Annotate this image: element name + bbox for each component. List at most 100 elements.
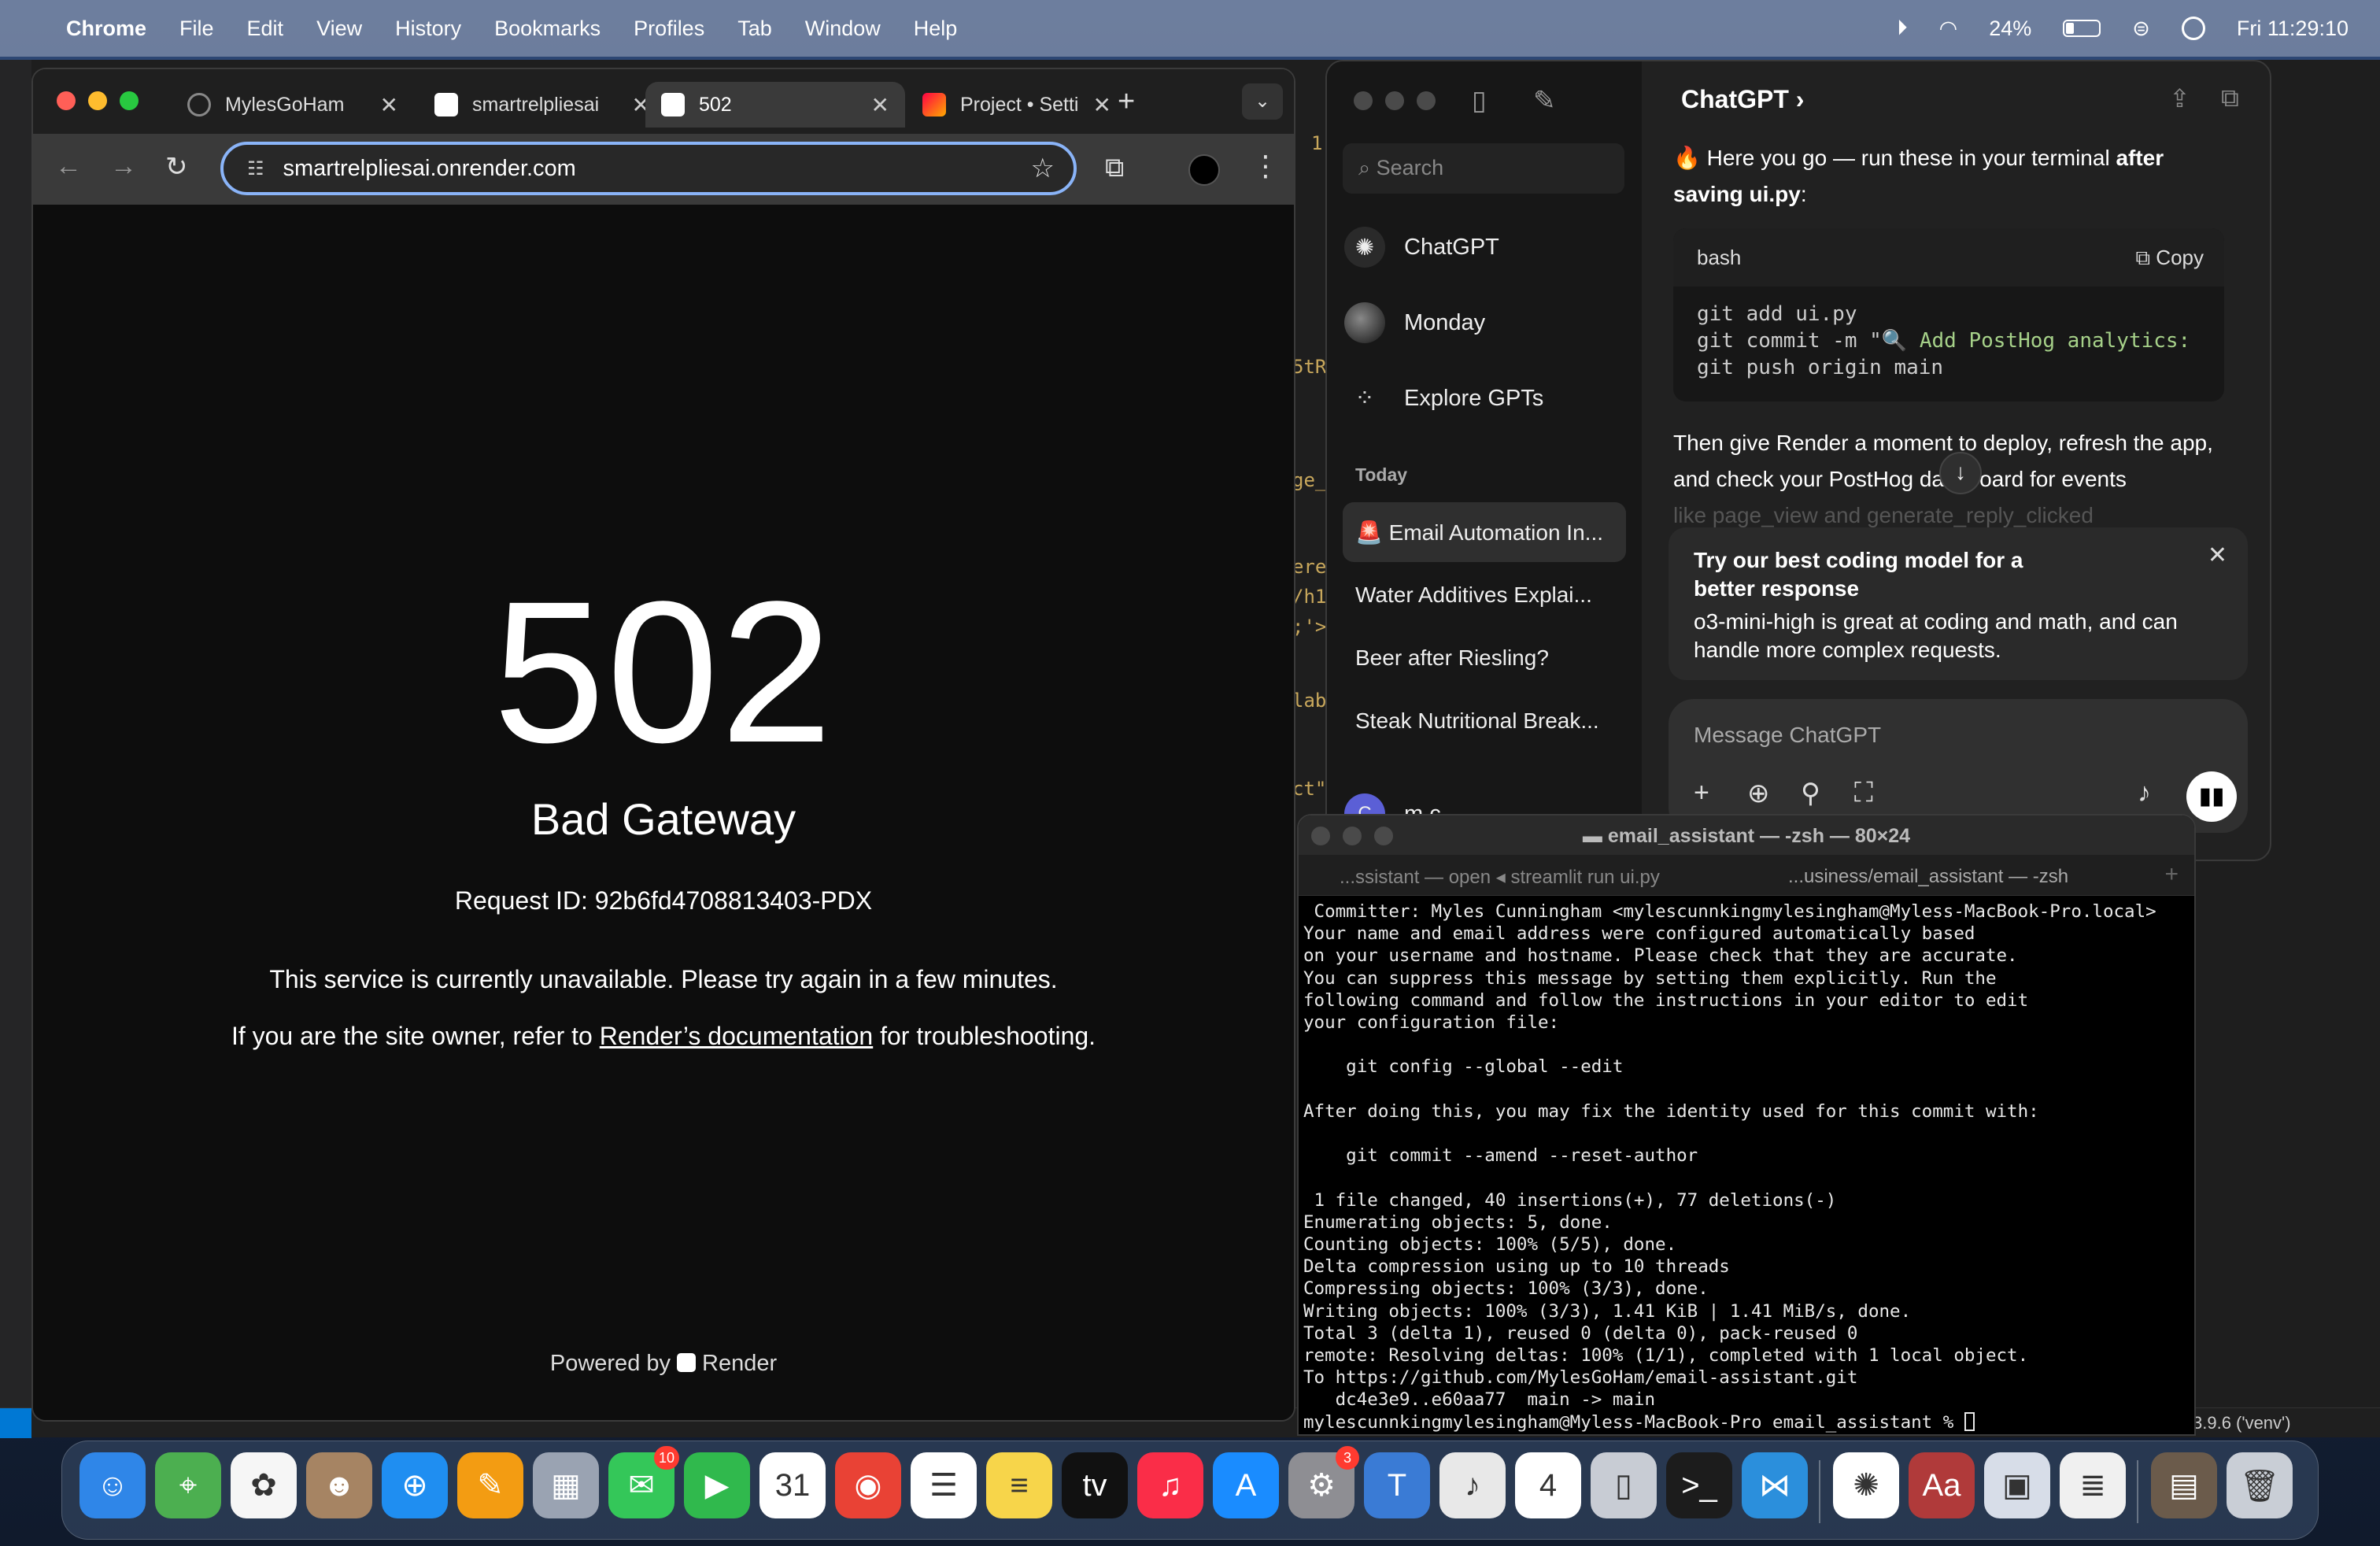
menubar-clock[interactable]: Fri 11:29:10 — [2237, 17, 2349, 41]
terminal-output[interactable]: Committer: Myles Cunningham <mylescunnki… — [1303, 901, 2193, 1433]
control-center-icon[interactable]: ⊜ — [2132, 17, 2150, 41]
new-tab-icon[interactable]: + — [1118, 85, 1135, 119]
url-text[interactable]: smartrelpliesai.onrender.com — [283, 156, 576, 182]
preview-icon[interactable]: ▣ — [1984, 1452, 2050, 1518]
battery-percent[interactable]: 24% — [1989, 17, 2031, 41]
vscode-icon[interactable]: ⋈ — [1742, 1452, 1808, 1518]
system-settings-icon[interactable]: ⚙ 3 — [1288, 1446, 1359, 1518]
minimize-window-button[interactable] — [1385, 91, 1404, 110]
sidebar-item-chatgpt[interactable]: ✺ ChatGPT — [1344, 219, 1624, 276]
tab-mylesgoham[interactable]: MylesGoHam ✕ — [172, 82, 414, 128]
menu-edit[interactable]: Edit — [247, 17, 284, 41]
address-bar[interactable]: ☷ smartrelpliesai.onrender.com ☆ — [220, 142, 1077, 195]
profile-avatar[interactable] — [1188, 154, 1220, 186]
dictionary-icon[interactable]: Aa — [1909, 1452, 1975, 1518]
app-store-icon[interactable]: A — [1213, 1452, 1279, 1518]
back-arrow-icon[interactable]: ← — [55, 151, 82, 182]
iphone-mirroring-icon[interactable]: ▯ — [1591, 1452, 1657, 1518]
pages-icon[interactable]: ✎ — [457, 1452, 523, 1518]
tv-icon[interactable]: tv — [1062, 1452, 1128, 1518]
new-chat-icon[interactable]: ✎ — [1533, 85, 1556, 117]
sidebar-item-monday[interactable]: Monday — [1344, 294, 1624, 351]
site-info-icon[interactable]: ☷ — [247, 157, 264, 180]
finder-icon[interactable]: ☺ — [79, 1452, 146, 1518]
text-file-icon[interactable]: ≣ — [2060, 1452, 2126, 1518]
contacts-icon[interactable]: ☻ — [306, 1452, 372, 1518]
menu-history[interactable]: History — [395, 17, 461, 41]
notes-icon[interactable]: ≡ — [986, 1452, 1052, 1518]
sidebar-item-explore-gpts[interactable]: ⁘ Explore GPTs — [1344, 370, 1624, 427]
render-docs-link[interactable]: Render’s documentation — [600, 1022, 873, 1050]
zoom-window-button[interactable] — [1417, 91, 1436, 110]
terminal-tab-streamlit[interactable]: ...ssistant — open ◂ streamlit run ui.py — [1340, 866, 1660, 889]
close-tab-icon[interactable]: ✕ — [871, 92, 889, 118]
menu-view[interactable]: View — [316, 17, 362, 41]
search-chats-input[interactable]: ⌕ Search — [1343, 143, 1624, 194]
calendar-apr-icon[interactable]: 4 — [1515, 1452, 1581, 1518]
telescope-icon[interactable]: ⚲ — [1801, 778, 1820, 809]
model-upgrade-banner[interactable]: Try our best coding model for a better r… — [1669, 527, 2248, 680]
image-stack-icon[interactable]: ▤ — [2151, 1452, 2217, 1518]
siri-icon[interactable] — [2181, 17, 2205, 40]
python-interpreter-label[interactable]: 3.9.6 ('venv') — [2193, 1413, 2291, 1433]
copy-code-button[interactable]: ⧉ Copy — [2136, 246, 2204, 271]
tab-project-settings[interactable]: Project • Setti ✕ — [907, 82, 1127, 128]
web-search-globe-icon[interactable]: ⊕ — [1747, 778, 1770, 809]
temporary-chat-icon[interactable]: ⧉ — [2221, 83, 2239, 113]
attach-plus-icon[interactable]: + — [1694, 778, 1709, 808]
launchpad-icon[interactable]: ▦ — [533, 1452, 599, 1518]
microphone-icon[interactable]: ♪ — [2138, 778, 2151, 808]
minimize-window-button[interactable] — [88, 91, 107, 110]
menu-profiles[interactable]: Profiles — [634, 17, 704, 41]
menu-file[interactable]: File — [179, 17, 214, 41]
wifi-icon[interactable]: ◠ — [1939, 17, 1958, 41]
reminders-icon[interactable]: ☰ — [911, 1452, 977, 1518]
forward-arrow-icon[interactable]: → — [110, 151, 137, 182]
tab-search-chevron-icon[interactable]: ⌄ — [1242, 83, 1283, 120]
scroll-down-arrow-icon[interactable]: ↓ — [1939, 452, 1982, 494]
chrome-menu-icon[interactable]: ⋮ — [1251, 150, 1280, 183]
share-icon[interactable]: ⇪ — [2169, 83, 2190, 113]
chat-item-steak-nutrition[interactable]: Steak Nutritional Break... — [1343, 691, 1626, 751]
close-window-button[interactable] — [1354, 91, 1373, 110]
chat-item-water-additives[interactable]: Water Additives Explai... — [1343, 565, 1626, 625]
close-icon[interactable]: ✕ — [2208, 542, 2227, 569]
battery-icon[interactable] — [2063, 20, 2101, 37]
tai-lopez-icon[interactable]: T — [1364, 1452, 1430, 1518]
voice-mode-icon[interactable]: ▮▮ — [2186, 771, 2237, 822]
chat-item-beer-riesling[interactable]: Beer after Riesling? — [1343, 628, 1626, 688]
close-tab-icon[interactable]: ✕ — [380, 92, 398, 118]
bookmark-star-icon[interactable]: ☆ — [1031, 153, 1055, 184]
close-window-button[interactable] — [57, 91, 76, 110]
music-icon[interactable]: ♫ — [1137, 1452, 1203, 1518]
app-menu[interactable]: Chrome — [66, 17, 146, 41]
chat-item-email-automation[interactable]: 🚨 Email Automation In... — [1343, 502, 1626, 562]
menu-bookmarks[interactable]: Bookmarks — [494, 17, 601, 41]
tab-smartrelpliesai[interactable]: smartrelpliesai ✕ — [419, 82, 666, 128]
photos-icon[interactable]: ✿ — [231, 1452, 297, 1518]
composer-placeholder[interactable]: Message ChatGPT — [1694, 723, 1881, 748]
facetime-icon[interactable]: ▶ — [684, 1452, 750, 1518]
reload-icon[interactable]: ↻ — [165, 151, 188, 183]
menu-window[interactable]: Window — [805, 17, 881, 41]
model-selector[interactable]: ChatGPT › — [1681, 85, 1804, 114]
extensions-puzzle-icon[interactable]: ⧉ — [1105, 153, 1124, 183]
toggle-sidebar-icon[interactable]: ▯ — [1472, 85, 1487, 117]
chatgpt-icon[interactable]: ✺ — [1833, 1452, 1899, 1518]
menu-help[interactable]: Help — [914, 17, 958, 41]
tab-502[interactable]: 502 ✕ — [645, 82, 905, 128]
zoom-window-button[interactable] — [120, 91, 139, 110]
maps-icon[interactable]: ⌖ — [155, 1452, 221, 1518]
powered-by-render[interactable]: Powered by Render — [33, 1351, 1294, 1377]
menu-tab[interactable]: Tab — [737, 17, 772, 41]
chrome-icon[interactable]: ◉ — [835, 1452, 901, 1518]
screenshot-select-icon[interactable]: ⛶ — [1854, 778, 1873, 808]
close-tab-icon[interactable]: ✕ — [1093, 92, 1111, 118]
messages-icon[interactable]: ✉ 10 — [608, 1446, 679, 1518]
terminal-tab-zsh[interactable]: ...usiness/email_assistant — -zsh — [1788, 866, 2068, 888]
message-composer[interactable]: Message ChatGPT + ⊕ ⚲ ⛶ ♪ ▮▮ — [1669, 699, 2248, 833]
calendar-icon[interactable]: 31 — [759, 1452, 826, 1518]
keynote-icon[interactable]: ♪ — [1439, 1452, 1506, 1518]
editor-remote-button[interactable] — [0, 1408, 31, 1438]
safari-icon[interactable]: ⊕ — [382, 1452, 448, 1518]
